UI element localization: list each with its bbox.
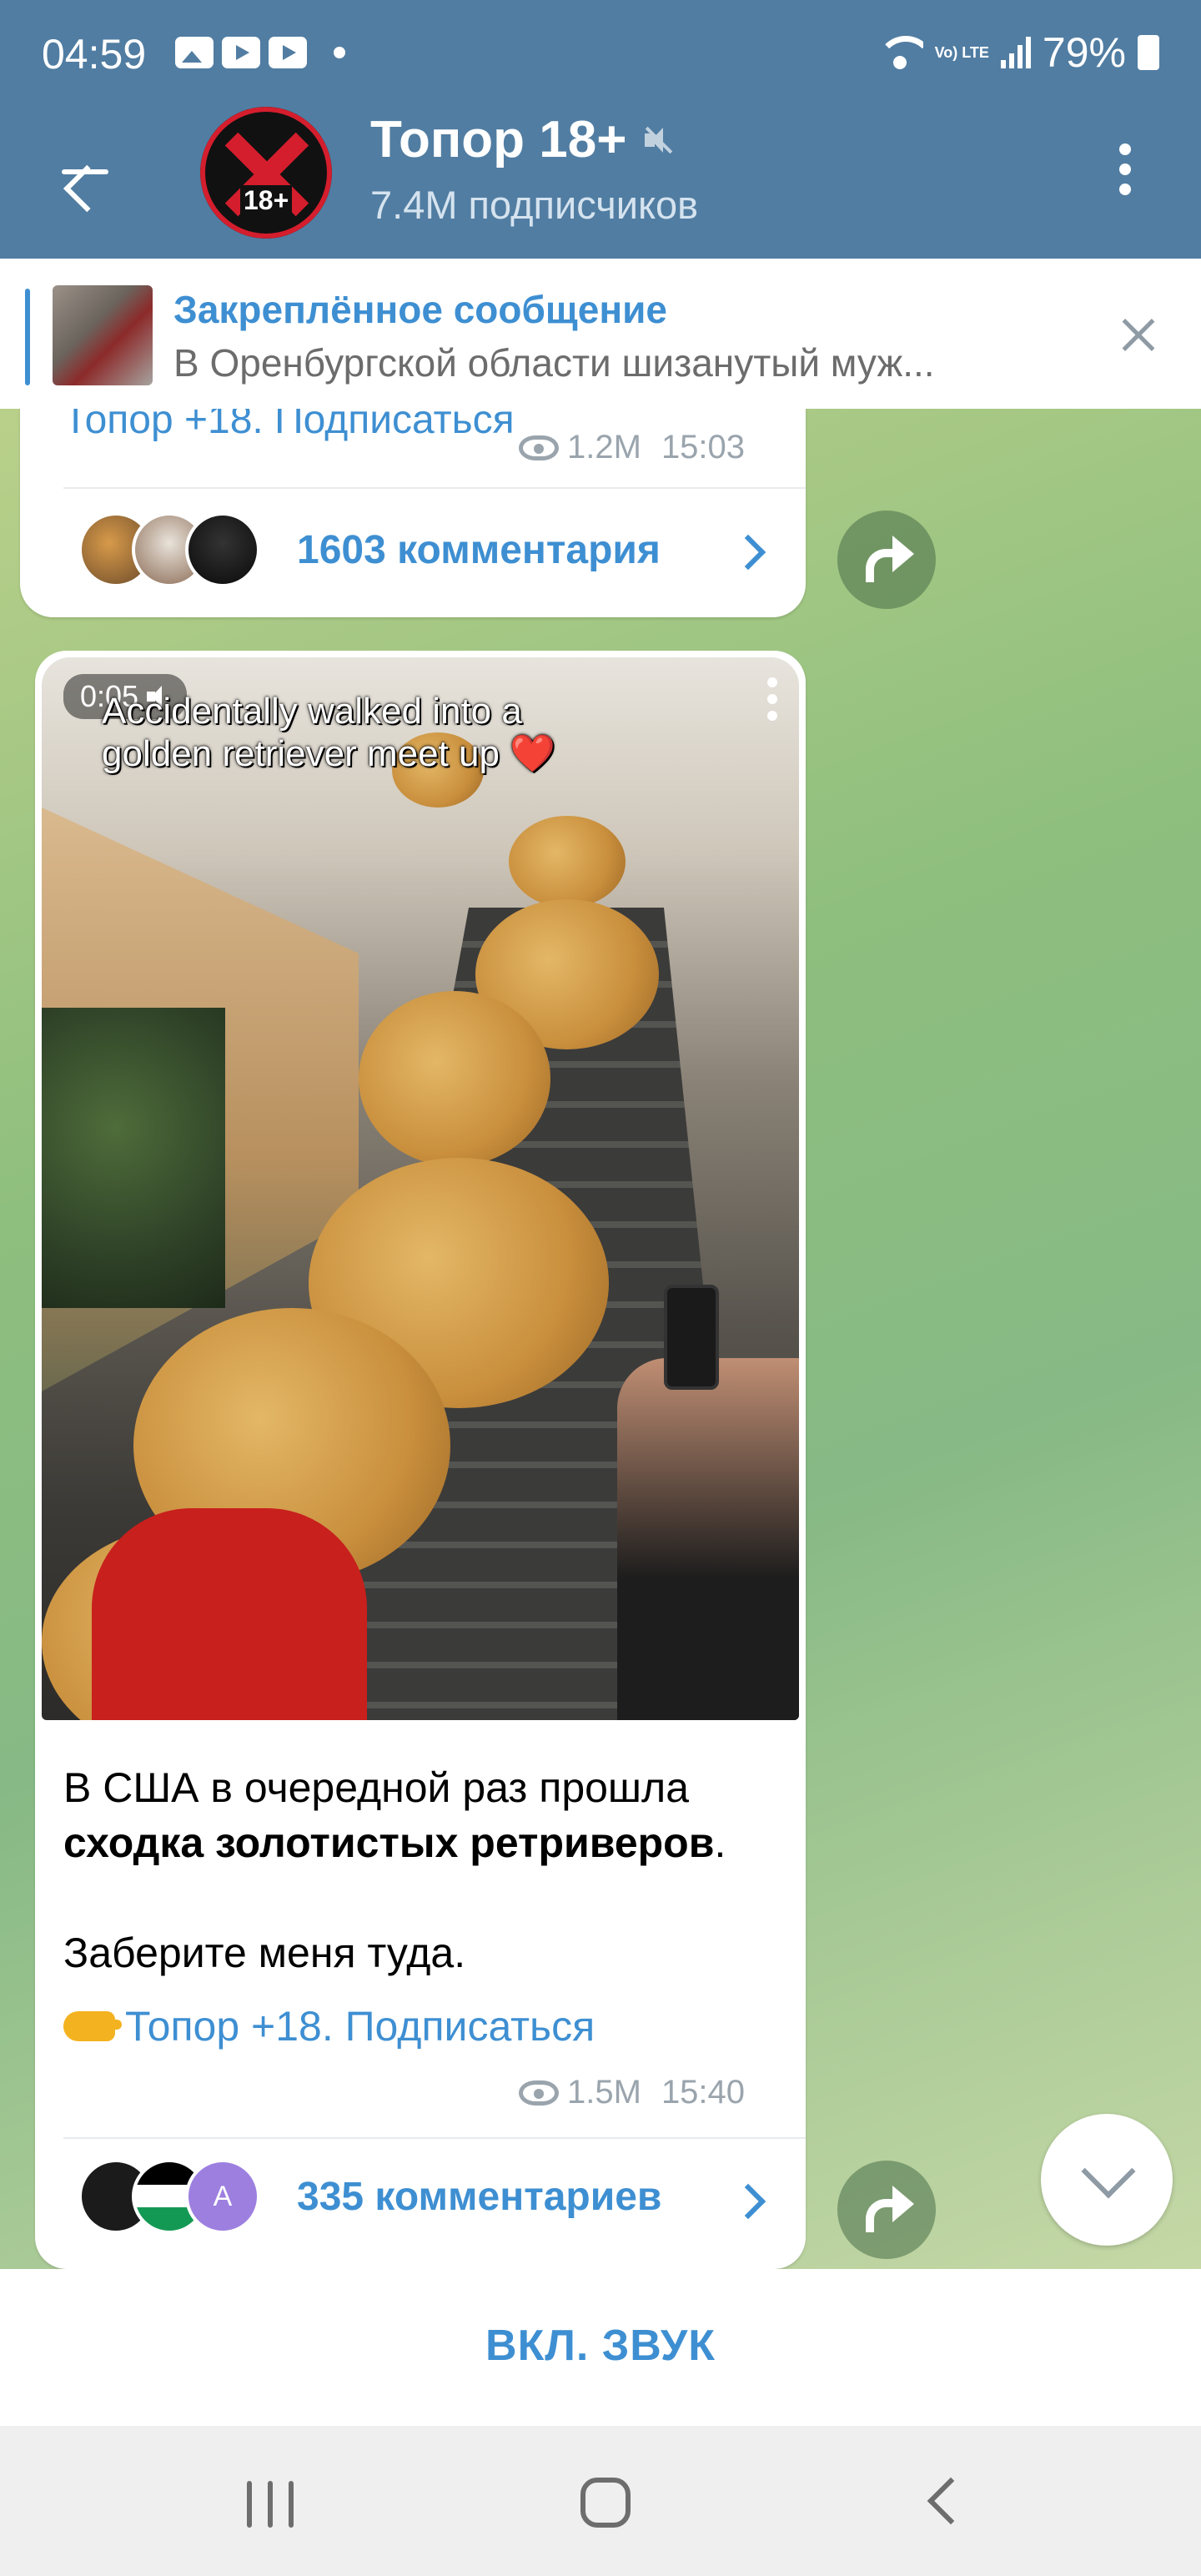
status-time: 04:59 (42, 31, 147, 78)
unmute-button[interactable]: ВКЛ. ЗВУК (0, 2321, 1201, 2371)
message-time: 15:40 (661, 2074, 746, 2111)
video-person (92, 1508, 367, 1720)
comments-button[interactable]: A 335 комментариев (78, 2159, 661, 2234)
subscribe-link-partial[interactable]: Топор +18. Подписаться (63, 409, 515, 443)
youtube-icon-2 (269, 37, 307, 68)
channel-title[interactable]: Топор 18+ (370, 110, 675, 169)
video-scene-plants (42, 1008, 225, 1308)
back-arrow-icon[interactable] (53, 142, 112, 200)
message-line-1: В США в очередной раз прошла (63, 1764, 690, 1811)
lte-icon: Vo) LTE (935, 45, 989, 60)
message-bold: сходка золотистых ретриверов (63, 1819, 715, 1866)
channel-name: Топор 18+ (370, 111, 627, 169)
pinned-indicator (25, 289, 30, 385)
comments-button[interactable]: 1603 комментария (78, 512, 661, 587)
views-count: 1.5M (567, 2074, 641, 2111)
more-options-icon[interactable] (1113, 143, 1138, 202)
views-count: 1.2M (567, 429, 641, 465)
avatar-badge: 18+ (240, 185, 293, 216)
video-dog (359, 991, 550, 1166)
subscribe-link[interactable]: Топор +18. Подписаться (63, 2002, 595, 2050)
battery-icon (1138, 35, 1159, 70)
scroll-down-button[interactable] (1041, 2114, 1173, 2246)
pinned-thumbnail (53, 285, 153, 385)
recent-apps-icon[interactable] (247, 2481, 295, 2528)
notification-icons (175, 37, 345, 68)
battery-percent: 79% (1042, 29, 1126, 76)
video-caption: Accidentally walked into a golden retrie… (102, 691, 555, 774)
status-bar: 04:59 Vo) LTE 79% (0, 0, 1201, 108)
lte-label: Vo) LTE (934, 44, 989, 61)
wifi-icon (877, 36, 923, 69)
commenter-initial: A (213, 2180, 233, 2212)
pinned-title: Закреплённое сообщение (173, 288, 667, 331)
gallery-icon (175, 37, 214, 68)
chevron-right-icon (730, 534, 766, 571)
views-icon (519, 435, 559, 460)
channel-avatar[interactable]: 18+ (200, 107, 332, 239)
pinned-text: В Оренбургской области шизанутый муж... (173, 341, 935, 385)
pointing-hand-icon (63, 2011, 122, 2041)
close-pinned-icon[interactable] (1118, 314, 1159, 355)
muted-icon (643, 125, 675, 155)
home-icon[interactable] (580, 2478, 631, 2528)
message-text: В США в очередной раз прошла сходка золо… (63, 1760, 789, 1980)
video-dog (509, 816, 626, 908)
share-button[interactable] (837, 511, 936, 609)
message-meta: 1.5M 15:40 (519, 2074, 745, 2111)
avatar-ring (200, 107, 332, 239)
share-button[interactable] (837, 2161, 936, 2259)
message-period: . (714, 1819, 726, 1866)
video-menu-icon[interactable] (767, 677, 779, 727)
pinned-message-bar[interactable]: Закреплённое сообщение В Оренбургской об… (0, 259, 1201, 409)
subscriber-count: 7.4M подписчиков (370, 183, 699, 227)
commenter-avatar (185, 512, 260, 587)
unmute-bar[interactable]: ВКЛ. ЗВУК (0, 2269, 1201, 2426)
video-player[interactable]: 0:05 Accidentally walked into a golden r… (42, 657, 799, 1720)
nav-back-icon[interactable] (927, 2477, 975, 2525)
message-line-3: Заберите меня туда. (63, 1929, 466, 1976)
video-person-arm (617, 1358, 799, 1720)
video-phone (664, 1285, 719, 1390)
divider (63, 2137, 806, 2139)
comments-count: 1603 комментария (297, 527, 661, 572)
comments-count: 335 комментариев (297, 2174, 662, 2219)
message-bubble: 0:05 Accidentally walked into a golden r… (35, 651, 806, 2269)
message-bubble-previous: Топор +18. Подписаться 1.2M 15:03 1603 к… (20, 409, 806, 617)
message-meta: 1.2M 15:03 (519, 429, 745, 466)
more-notifications-icon (334, 47, 345, 58)
app-header: 04:59 Vo) LTE 79% 18+ Топор 18+ 7.4M под… (0, 0, 1201, 259)
status-right: Vo) LTE 79% (877, 28, 1159, 77)
signal-icon (1000, 37, 1031, 68)
chevron-right-icon (730, 2183, 766, 2220)
commenter-avatar-initial: A (185, 2159, 260, 2234)
message-time: 15:03 (661, 429, 746, 465)
views-icon (519, 2080, 559, 2106)
youtube-icon (222, 37, 260, 68)
subscribe-link-text: Топор +18. Подписаться (125, 2003, 595, 2050)
divider (63, 487, 806, 489)
system-nav-bar (0, 2426, 1201, 2576)
chat-area[interactable]: Топор +18. Подписаться 1.2M 15:03 1603 к… (0, 409, 1201, 2269)
